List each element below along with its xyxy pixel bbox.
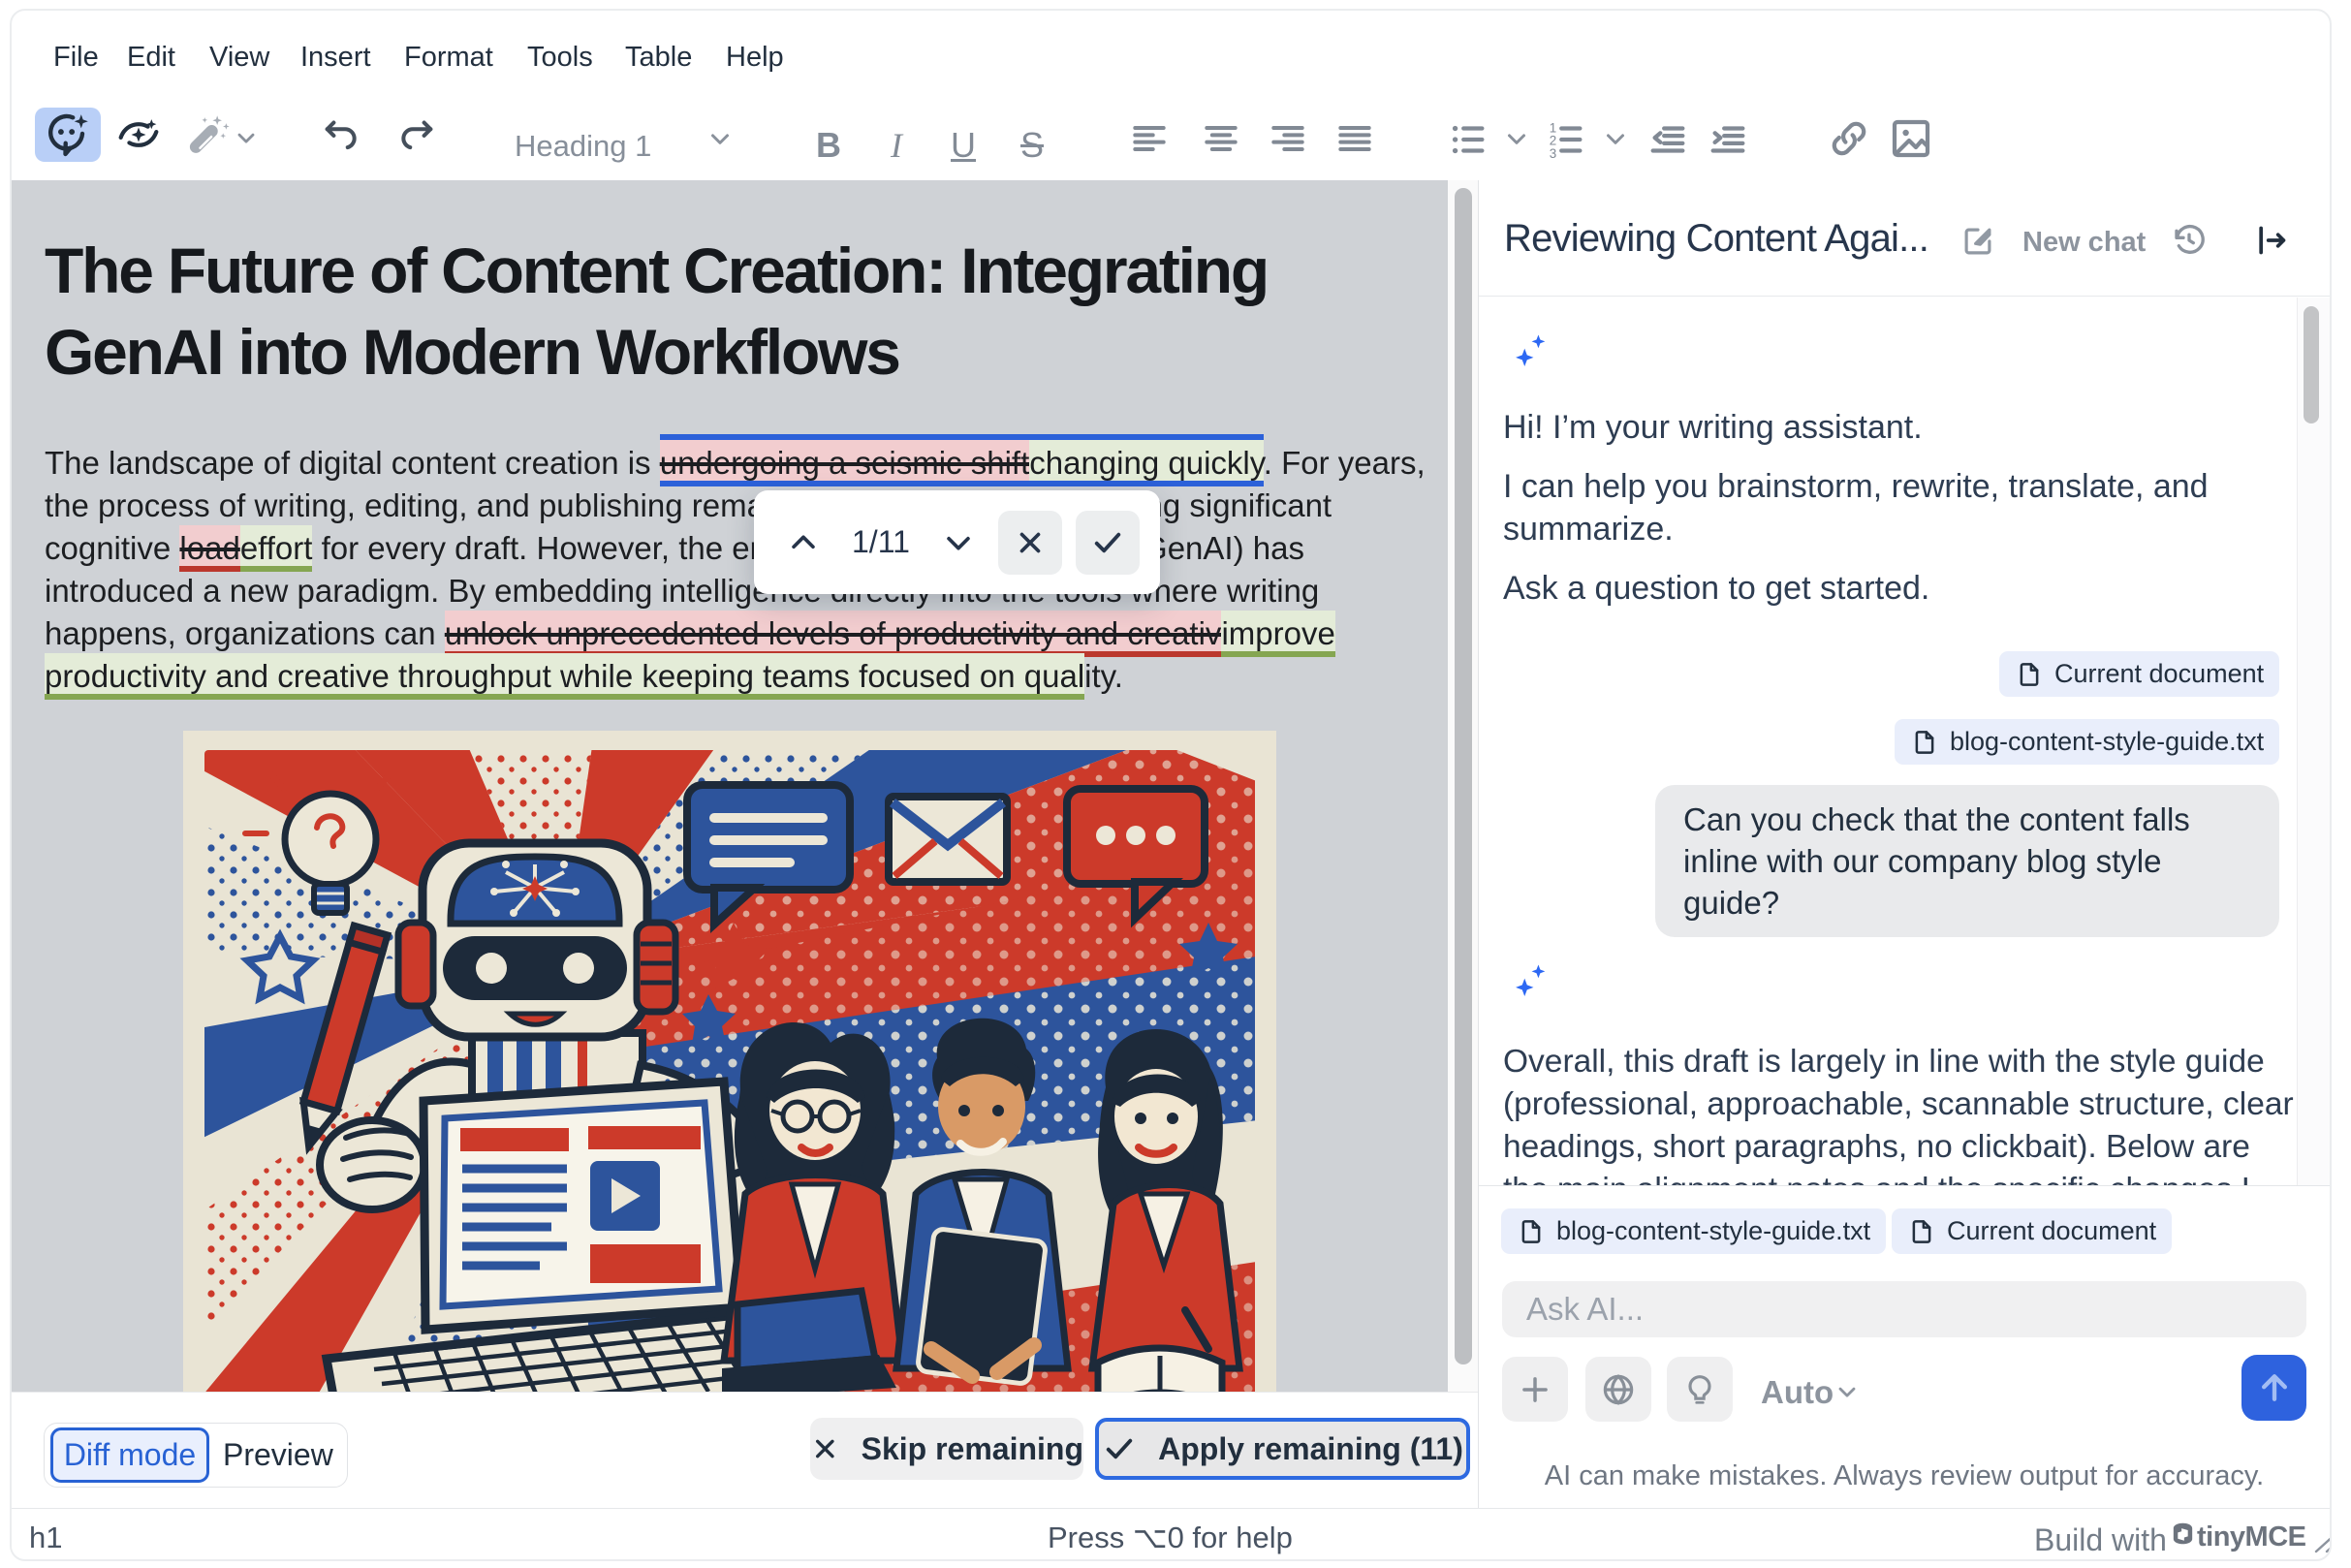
svg-text:3: 3: [1550, 146, 1556, 161]
